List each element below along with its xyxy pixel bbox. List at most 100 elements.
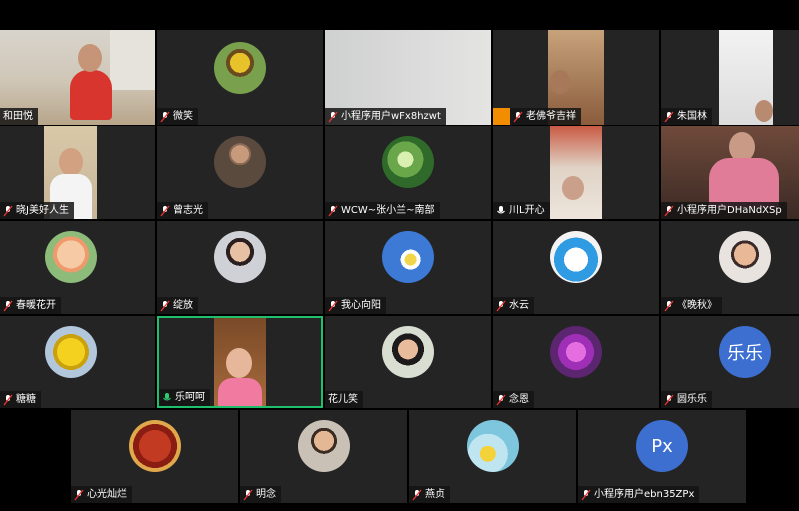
mic-muted-icon <box>513 111 523 122</box>
participant-tile[interactable]: 小程序用户wFx8hzwt <box>325 30 491 125</box>
avatar-initials-text: 乐乐 <box>727 343 763 364</box>
participant-tile[interactable]: 绽放 <box>157 221 323 314</box>
avatar <box>129 420 181 472</box>
participant-label: 圆乐乐 <box>661 391 712 408</box>
participant-tile[interactable]: 老佛爷吉祥 <box>493 30 659 125</box>
participant-tile[interactable]: 乐乐 圆乐乐 <box>661 316 799 408</box>
participant-name: 老佛爷吉祥 <box>526 111 576 122</box>
participant-label: 朱国林 <box>661 108 712 125</box>
participant-name: 曾志光 <box>173 205 203 216</box>
participant-tile[interactable]: 水云 <box>493 221 659 314</box>
participant-label: 绽放 <box>157 297 198 314</box>
participant-tile[interactable]: 心光灿烂 <box>71 410 238 503</box>
participant-name: 乐呵呵 <box>175 392 205 403</box>
avatar <box>45 231 97 283</box>
participant-tile[interactable]: 明念 <box>240 410 407 503</box>
participant-tile[interactable]: WCW~张小兰~南部 <box>325 126 491 219</box>
participant-tile[interactable]: 川L开心 <box>493 126 659 219</box>
avatar <box>550 326 602 378</box>
participant-tile-active-speaker[interactable]: 乐呵呵 <box>157 316 323 408</box>
participant-name: 和田悦 <box>3 111 33 122</box>
participant-label: 川L开心 <box>493 202 550 219</box>
avatar <box>719 231 771 283</box>
participant-name: 小程序用户DHaNdXSp <box>677 205 782 216</box>
mic-muted-icon <box>581 489 591 500</box>
mic-icon <box>497 205 505 213</box>
participant-label: 花儿笑 <box>325 391 363 408</box>
participant-name: 微笑 <box>173 111 193 122</box>
participant-video <box>214 318 266 406</box>
participant-tile[interactable]: 《晚秋》 <box>661 221 799 314</box>
avatar <box>467 420 519 472</box>
avatar <box>298 420 350 472</box>
participant-tile[interactable]: 微笑 <box>157 30 323 125</box>
participant-label: 晓J美好人生 <box>0 202 74 219</box>
mic-muted-icon <box>328 111 338 122</box>
mic-muted-icon <box>160 111 170 122</box>
mic-muted-icon <box>664 300 674 311</box>
participant-tile[interactable]: 念恩 <box>493 316 659 408</box>
participant-label: 《晚秋》 <box>661 297 722 314</box>
participant-name: 春暖花开 <box>16 300 56 311</box>
participant-tile[interactable]: 燕贞 <box>409 410 576 503</box>
mic-muted-icon <box>664 394 674 405</box>
participant-label: 明念 <box>240 486 281 503</box>
participant-label: 春暖花开 <box>0 297 61 314</box>
participant-video <box>719 30 773 125</box>
participant-label: 糖糖 <box>0 391 41 408</box>
participant-tile[interactable]: 晓J美好人生 <box>0 126 155 219</box>
mic-muted-icon <box>160 205 170 216</box>
participant-name: 圆乐乐 <box>677 394 707 405</box>
participant-name: 花儿笑 <box>328 394 358 405</box>
mic-muted-icon <box>412 489 422 500</box>
mic-muted-icon <box>496 300 506 311</box>
avatar <box>214 136 266 188</box>
participant-tile[interactable]: 春暖花开 <box>0 221 155 314</box>
participant-label: 乐呵呵 <box>159 389 210 406</box>
participant-video <box>550 126 602 219</box>
participant-label: 老佛爷吉祥 <box>510 108 581 125</box>
participant-name: 水云 <box>509 300 529 311</box>
participant-tile[interactable]: 花儿笑 <box>325 316 491 408</box>
participant-name: 小程序用户wFx8hzwt <box>341 111 441 122</box>
participant-label: 小程序用户ebn35ZPx <box>578 486 700 503</box>
participant-label: 我心向阳 <box>325 297 386 314</box>
participant-name: WCW~张小兰~南部 <box>341 205 435 216</box>
mic-muted-icon <box>3 300 13 311</box>
participant-tile[interactable]: 糖糖 <box>0 316 155 408</box>
mic-active-icon <box>163 392 171 400</box>
participant-tile[interactable]: 小程序用户DHaNdXSp <box>661 126 799 219</box>
avatar <box>214 42 266 94</box>
mic-muted-icon <box>3 394 13 405</box>
participant-tile[interactable]: 我心向阳 <box>325 221 491 314</box>
participant-label: 水云 <box>493 297 534 314</box>
avatar-initials: Px <box>636 420 688 472</box>
mic-muted-icon <box>328 205 338 216</box>
participant-name: 燕贞 <box>425 489 445 500</box>
participant-tile[interactable]: 朱国林 <box>661 30 799 125</box>
participant-tile[interactable]: Px 小程序用户ebn35ZPx <box>578 410 746 503</box>
participant-label: 小程序用户DHaNdXSp <box>661 202 787 219</box>
participant-name: 晓J美好人生 <box>16 205 69 216</box>
participant-name: 《晚秋》 <box>677 300 717 311</box>
mic-muted-icon <box>74 489 84 500</box>
participant-name: 心光灿烂 <box>87 489 127 500</box>
participant-name: 朱国林 <box>677 111 707 122</box>
avatar <box>45 326 97 378</box>
participant-label: 微笑 <box>157 108 198 125</box>
participant-label: 念恩 <box>493 391 534 408</box>
participant-tile[interactable]: 和田悦 <box>0 30 155 125</box>
participant-tile[interactable]: 曾志光 <box>157 126 323 219</box>
participant-name: 念恩 <box>509 394 529 405</box>
avatar-initials: 乐乐 <box>719 326 771 378</box>
user-icon <box>493 108 510 125</box>
participant-name: 小程序用户ebn35ZPx <box>594 489 695 500</box>
avatar <box>214 231 266 283</box>
avatar <box>382 326 434 378</box>
mic-muted-icon <box>3 205 13 216</box>
mic-muted-icon <box>496 394 506 405</box>
mic-muted-icon <box>664 111 674 122</box>
video-grid: 和田悦 微笑 小程序用户wFx8hzwt 老佛爷吉祥 朱国林 晓J美好人生 曾志… <box>0 0 799 511</box>
mic-muted-icon <box>664 205 674 216</box>
mic-muted-icon <box>328 300 338 311</box>
